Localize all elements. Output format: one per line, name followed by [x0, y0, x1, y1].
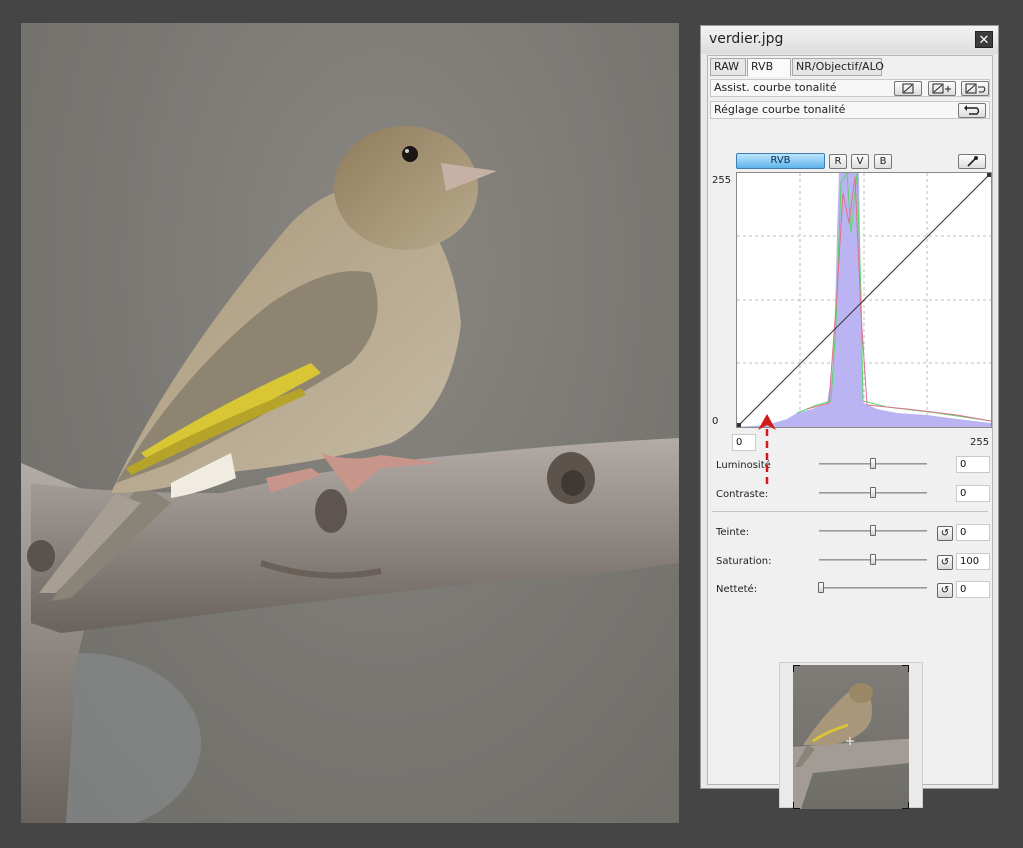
teinte-label: Teinte:: [716, 527, 750, 538]
crop-corner-bottom-right[interactable]: [902, 802, 909, 809]
contraste-label: Contraste:: [716, 489, 769, 500]
channel-r-button[interactable]: R: [829, 154, 847, 169]
curve-undo-icon[interactable]: [961, 81, 989, 96]
channel-b-button[interactable]: B: [874, 154, 892, 169]
nettete-reset-icon[interactable]: ↺: [937, 583, 953, 598]
curve-reset-icon[interactable]: [894, 81, 922, 96]
input-low-field[interactable]: 0: [732, 434, 756, 451]
section-divider: [712, 511, 988, 512]
navigator-thumbnail-image: [793, 683, 909, 809]
graph-y-top-label: 255: [712, 175, 732, 186]
greenfinch-photo: [21, 126, 679, 823]
saturation-field[interactable]: 100: [956, 553, 990, 570]
nettete-label: Netteté:: [716, 584, 758, 595]
photo-canvas[interactable]: [21, 23, 679, 823]
channel-rvb-button[interactable]: RVB: [736, 153, 825, 169]
crop-corner-top-right[interactable]: [902, 665, 909, 672]
annotation-arrow-icon: [758, 414, 776, 484]
curve-assist-label: Assist. courbe tonalité: [714, 81, 837, 94]
saturation-reset-icon[interactable]: ↺: [937, 555, 953, 570]
adjustment-palette: verdier.jpg ✕ RAW RVB NR/Objectif/ALO As…: [700, 25, 999, 809]
curve-add-icon[interactable]: [928, 81, 956, 96]
tab-nr-objectif-alo[interactable]: NR/Objectif/ALO: [792, 58, 884, 76]
contraste-slider-thumb[interactable]: [870, 487, 876, 498]
close-icon[interactable]: ✕: [975, 31, 993, 48]
tone-curve-graph[interactable]: [736, 171, 992, 428]
contraste-field[interactable]: 0: [956, 485, 990, 502]
luminosite-field[interactable]: 0: [956, 456, 990, 473]
nettete-slider-track[interactable]: [819, 587, 927, 589]
curve-adjust-label: Réglage courbe tonalité: [714, 103, 846, 116]
crop-corner-top-left[interactable]: [793, 665, 800, 672]
teinte-field[interactable]: 0: [956, 524, 990, 541]
saturation-label: Saturation:: [716, 556, 772, 567]
input-high-label: 255: [970, 437, 990, 448]
palette-titlebar[interactable]: verdier.jpg ✕: [701, 26, 998, 54]
graph-y-bottom-label: 0: [712, 416, 719, 427]
saturation-slider-thumb[interactable]: [870, 554, 876, 565]
undo-icon[interactable]: [958, 103, 986, 118]
curve-adjust-row: Réglage courbe tonalité: [710, 101, 990, 119]
channel-v-button[interactable]: V: [851, 154, 869, 169]
teinte-reset-icon[interactable]: ↺: [937, 526, 953, 541]
eyedropper-icon[interactable]: [958, 154, 986, 169]
nettete-field[interactable]: 0: [956, 581, 990, 598]
window-title: verdier.jpg: [709, 31, 784, 47]
tab-raw[interactable]: RAW: [710, 58, 746, 76]
palette-body: RAW RVB NR/Objectif/ALO Assist. courbe t…: [707, 55, 993, 809]
navigator-thumbnail[interactable]: [793, 665, 909, 809]
tab-rvb[interactable]: RVB: [747, 58, 791, 77]
histogram-curve-svg: [736, 171, 992, 428]
luminosite-slider-thumb[interactable]: [870, 458, 876, 469]
nettete-slider-thumb[interactable]: [818, 582, 824, 593]
teinte-slider-thumb[interactable]: [870, 525, 876, 536]
crop-corner-bottom-left[interactable]: [793, 802, 800, 809]
